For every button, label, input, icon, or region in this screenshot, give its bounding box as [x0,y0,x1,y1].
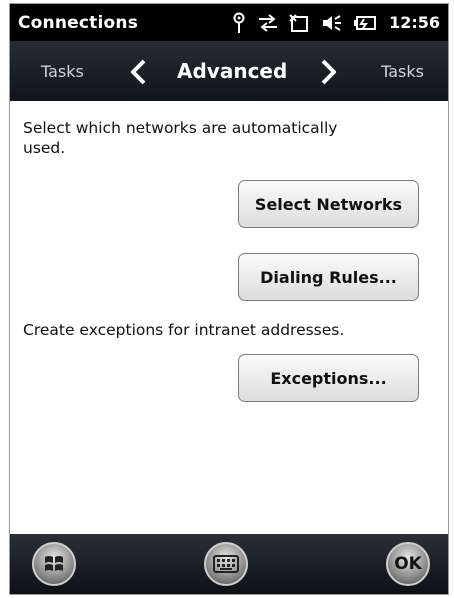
networks-description: Select which networks are automatically … [23,119,338,157]
ok-button[interactable]: OK [386,542,430,586]
exceptions-description: Create exceptions for intranet addresses… [23,321,345,339]
bottom-bar: OK [10,534,448,594]
windows-start-icon [45,556,63,571]
tab-navigation: Tasks Advanced Tasks [10,41,448,101]
exceptions-button[interactable]: Exceptions... [238,354,419,402]
status-icons: 12:56 [231,12,440,34]
clock: 12:56 [389,13,440,32]
tab-advanced[interactable]: Advanced [177,59,287,83]
phone-icon [289,13,309,32]
signal-icon [233,12,245,33]
start-button[interactable] [32,542,76,586]
content-area: Select which networks are automatically … [10,101,448,537]
app-title: Connections [18,12,139,33]
tab-tasks-left[interactable]: Tasks [41,62,84,81]
sync-icon [259,13,278,32]
volume-icon [323,14,342,31]
select-networks-button[interactable]: Select Networks [238,180,419,228]
keyboard-icon [213,555,239,573]
device-screen: Connections 12:56 Tasks Advanced Tasks S… [9,3,449,595]
chevron-left-icon[interactable] [128,59,150,85]
status-bar: Connections 12:56 [10,4,448,41]
ok-label: OK [394,554,422,574]
chevron-right-icon[interactable] [317,59,339,85]
battery-icon [354,15,377,30]
dialing-rules-button[interactable]: Dialing Rules... [238,253,419,301]
keyboard-button[interactable] [204,542,248,586]
tab-tasks-right[interactable]: Tasks [381,62,424,81]
